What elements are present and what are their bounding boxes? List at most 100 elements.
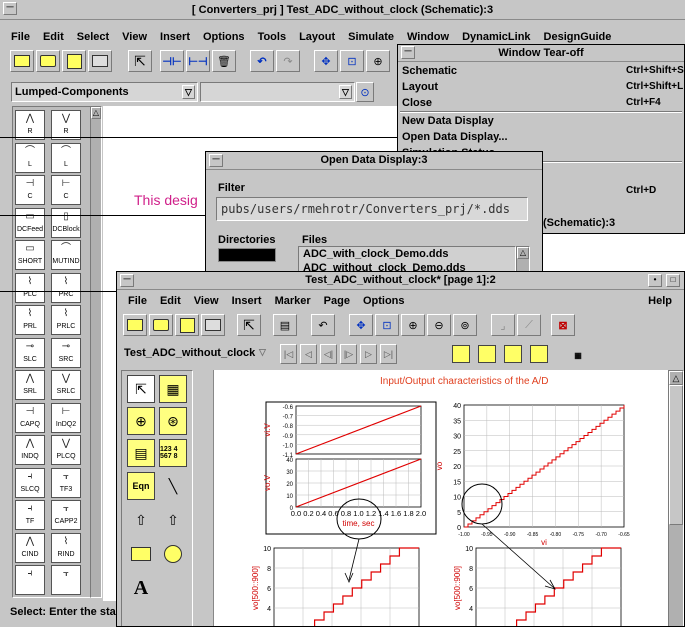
menu-tools[interactable]: Tools xyxy=(258,31,287,43)
menu-view[interactable]: View xyxy=(122,31,147,43)
chevron-down-icon[interactable]: ▽ xyxy=(339,85,352,99)
menu-edit[interactable]: Edit xyxy=(43,31,64,43)
window-menu-item[interactable]: New Data Display xyxy=(402,113,494,129)
display-menu-view[interactable]: View xyxy=(194,295,219,307)
page-scrollbar[interactable]: △ xyxy=(668,370,684,626)
palette-item[interactable]: ⋁ SRLC xyxy=(51,370,81,400)
zoom-icon[interactable]: ⊚ xyxy=(453,314,477,336)
insert-component-icon[interactable]: ⊣⊢ xyxy=(160,50,184,72)
palette-item[interactable]: ⊸ SLC xyxy=(15,337,45,368)
page-icon[interactable]: ▤ xyxy=(273,314,297,336)
palette-item[interactable]: ⌒ L xyxy=(51,142,81,173)
palette-item[interactable]: ⋁ PLCQ xyxy=(51,435,81,465)
chevron-down-icon[interactable]: ▽ xyxy=(256,346,269,360)
select-arrow-icon[interactable]: ⇱ xyxy=(128,50,152,72)
palette-scrollbar[interactable]: △ xyxy=(90,106,102,598)
save-icon[interactable] xyxy=(175,314,199,336)
menu-options[interactable]: Options xyxy=(203,31,245,43)
palette-item[interactable]: ⌇ PRL xyxy=(15,305,45,335)
palette-item[interactable]: ⌇ PLC xyxy=(15,272,45,303)
counter-icon[interactable]: ▦ xyxy=(566,344,590,366)
component-icon[interactable]: ⊙ xyxy=(356,82,374,102)
window-menu-item[interactable]: Schematic xyxy=(402,63,457,79)
zoom-in-icon[interactable]: ⊕ xyxy=(366,50,390,72)
view-zoom-out-icon[interactable] xyxy=(530,345,548,363)
marker2-icon[interactable]: ⟋ xyxy=(517,314,541,336)
nav-last-icon[interactable]: ▷| xyxy=(380,344,397,364)
palette-item[interactable]: ⊣ C xyxy=(15,175,45,205)
nav-next-fast-icon[interactable]: ▷ xyxy=(360,344,377,364)
zoom-fit-icon[interactable]: ✥ xyxy=(314,50,338,72)
undo-icon[interactable]: ↶ xyxy=(250,50,274,72)
palette-item[interactable]: ⋀ R xyxy=(15,110,45,140)
menu-select[interactable]: Select xyxy=(77,31,109,43)
window-menu-button[interactable]: ─ xyxy=(3,2,17,15)
redo-icon[interactable]: ↷ xyxy=(276,50,300,72)
marker-icon[interactable]: ⌟ xyxy=(491,314,515,336)
text-tool-icon[interactable]: A xyxy=(127,574,155,602)
palette-item[interactable]: ⊣ CAPQ xyxy=(15,402,45,433)
palette-item[interactable]: ⫟ xyxy=(51,565,81,595)
palette-item[interactable]: ▭ SHORT xyxy=(15,240,45,270)
nav-prev-fast-icon[interactable]: ◁ xyxy=(300,344,317,364)
directory-list[interactable] xyxy=(218,248,276,262)
palette-item[interactable]: ▯ DCBlock xyxy=(51,207,81,238)
smith-chart-icon[interactable]: ⊕ xyxy=(127,407,155,435)
scroll-thumb[interactable] xyxy=(669,385,683,525)
palette-item[interactable]: ⌇ PRC xyxy=(51,272,81,303)
zoom-area-icon[interactable]: ⊡ xyxy=(340,50,364,72)
print-icon[interactable] xyxy=(201,314,225,336)
palette-item[interactable]: ⌒ MUTIND xyxy=(51,240,81,270)
undo-icon[interactable]: ↶ xyxy=(311,314,335,336)
scroll-up-arrow[interactable]: △ xyxy=(91,107,101,119)
menu-insert[interactable]: Insert xyxy=(160,31,190,43)
print-icon[interactable] xyxy=(88,50,112,72)
nav-first-icon[interactable]: |◁ xyxy=(280,344,297,364)
display-menu-options[interactable]: Options xyxy=(363,295,405,307)
palette-item[interactable]: ⌇ RIND xyxy=(51,532,81,563)
line-tool-icon[interactable]: ╲ xyxy=(159,472,187,500)
circle-icon[interactable] xyxy=(159,540,187,568)
insert-wire-icon[interactable]: ⊢⊣ xyxy=(186,50,210,72)
filter-input[interactable]: pubs/users/rmehrotr/Converters_prj/*.dds xyxy=(216,197,528,221)
list-table-icon[interactable]: ▤ xyxy=(127,439,155,467)
zoom-in-icon[interactable]: ⊕ xyxy=(401,314,425,336)
palette-item[interactable]: ▭ DCFeed xyxy=(15,207,45,238)
palette-item[interactable]: ⋀ INDQ xyxy=(15,435,45,465)
palette-item[interactable]: ⌒ L xyxy=(15,142,45,173)
open-folder-icon[interactable] xyxy=(149,314,173,336)
scroll-up-arrow[interactable]: △ xyxy=(517,247,529,259)
display-menu-edit[interactable]: Edit xyxy=(160,295,181,307)
menu-window[interactable]: Window xyxy=(407,31,449,43)
window-menu-item[interactable]: Layout xyxy=(402,79,438,95)
pointer-icon[interactable]: ⇱ xyxy=(127,375,155,403)
menu-simulate[interactable]: Simulate xyxy=(348,31,394,43)
view-zoom-in-icon[interactable] xyxy=(504,345,522,363)
library-select[interactable]: Lumped-Components ▽ xyxy=(11,82,198,102)
help-menu[interactable]: Help xyxy=(648,292,672,310)
palette-item[interactable]: ⫞ SLCQ xyxy=(15,467,45,498)
polar-chart-icon[interactable]: ⊛ xyxy=(159,407,187,435)
palette-item[interactable]: ⋀ CIND xyxy=(15,532,45,563)
chevron-down-icon[interactable]: ▽ xyxy=(182,85,195,99)
view-zoom-icon[interactable] xyxy=(478,345,496,363)
display-menu-file[interactable]: File xyxy=(128,295,147,307)
display-menu-insert[interactable]: Insert xyxy=(232,295,262,307)
plot-page[interactable]: Input/Output characteristics of the A/D … xyxy=(213,370,668,626)
zoom-fit-icon[interactable]: ✥ xyxy=(349,314,373,336)
new-icon[interactable] xyxy=(10,50,34,72)
open-folder-icon[interactable] xyxy=(36,50,60,72)
scroll-up-arrow[interactable]: △ xyxy=(669,371,683,385)
menu-layout[interactable]: Layout xyxy=(299,31,335,43)
display-menu-page[interactable]: Page xyxy=(324,295,350,307)
palette-item[interactable]: ⫞ xyxy=(15,565,45,595)
file-item[interactable]: ADC_with_clock_Demo.dds xyxy=(299,247,515,261)
window-menu-button[interactable]: ─ xyxy=(401,46,415,59)
display-menu-marker[interactable]: Marker xyxy=(275,295,311,307)
zoom-out-icon[interactable]: ⊖ xyxy=(427,314,451,336)
nav-prev-icon[interactable]: ◁| xyxy=(320,344,337,364)
window-menu-item[interactable]: Close xyxy=(402,95,432,111)
menu-file[interactable]: File xyxy=(11,31,30,43)
palette-item[interactable]: ⋀ SRL xyxy=(15,370,45,400)
rectangle-icon[interactable] xyxy=(127,540,155,568)
